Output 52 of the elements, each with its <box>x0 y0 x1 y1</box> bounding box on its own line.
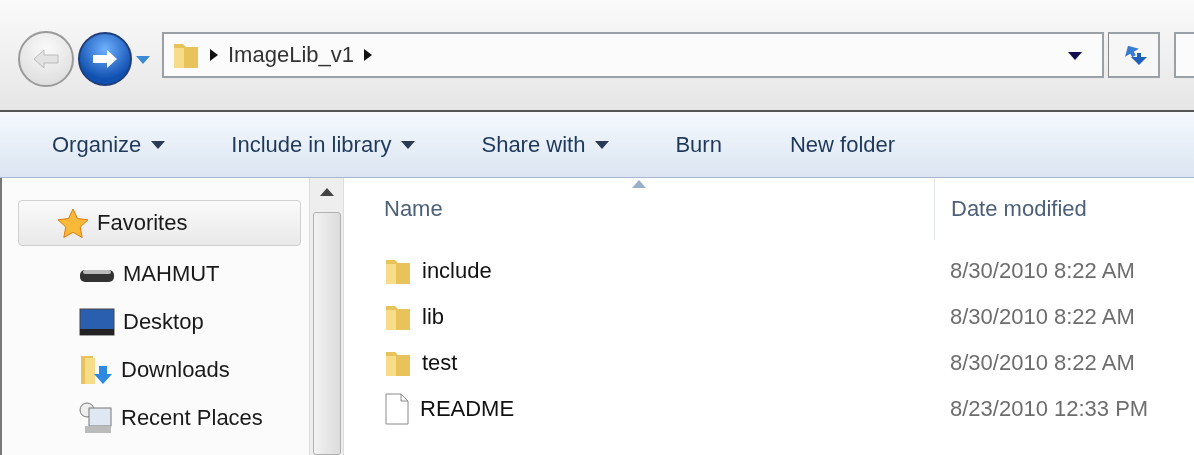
toolbar-button[interactable]: Burn <box>675 131 722 158</box>
toolbar-button[interactable]: New folder <box>789 131 896 158</box>
sidebar-label: Downloads <box>121 357 230 383</box>
caret-icon <box>136 56 150 64</box>
sidebar-item[interactable]: Favorites <box>18 200 302 246</box>
file-name[interactable]: test <box>344 348 934 378</box>
name-text: test <box>422 350 458 376</box>
date-cell-text: 8/30/2010 8:22 AM <box>949 258 1135 284</box>
file-icon <box>384 393 410 425</box>
scrollbar[interactable] <box>309 178 344 455</box>
address-bar[interactable]: ImageLib_v1 <box>162 32 1104 78</box>
recent-places-icon <box>79 402 113 434</box>
name-text: README <box>420 396 515 422</box>
sidebar-label: Recent Places <box>121 405 263 431</box>
desktop-icon <box>79 308 115 336</box>
caret-icon <box>595 140 610 149</box>
caret-icon <box>1068 52 1082 60</box>
forward-button[interactable] <box>78 32 132 86</box>
date-cell-text: 8/30/2010 8:22 AM <box>949 304 1135 330</box>
download-folder-icon <box>79 354 113 386</box>
file-name[interactable]: include <box>344 256 934 286</box>
refresh-button[interactable] <box>1108 32 1160 78</box>
name-text: lib <box>422 304 444 330</box>
sidebar-label: Desktop <box>123 309 204 335</box>
breadcrumb[interactable]: ImageLib_v1 <box>228 42 354 68</box>
file-name[interactable]: README <box>344 393 934 425</box>
caret-icon <box>151 140 166 149</box>
chevron-icon <box>364 49 372 61</box>
right-arrow-icon <box>92 49 118 69</box>
sort-arrow-icon <box>632 180 646 188</box>
search-field[interactable] <box>1174 32 1194 78</box>
toolbar-button[interactable]: Organize <box>52 131 166 158</box>
sidebar-item[interactable]: Downloads <box>2 346 310 394</box>
sidebar-label: Favorites <box>97 210 188 236</box>
column-header[interactable]: Date modified <box>934 178 1194 240</box>
toolbar-button[interactable]: Include in library <box>231 131 416 158</box>
sidebar-item[interactable]: MAHMUT <box>2 250 310 298</box>
column-header[interactable]: Name <box>344 178 934 240</box>
date-cell-text: 8/30/2010 8:22 AM <box>949 350 1135 376</box>
scroll-thumb[interactable] <box>312 212 341 455</box>
chevron-icon <box>210 49 218 61</box>
toolbar-button[interactable]: Share with <box>481 131 610 158</box>
name-text: include <box>422 258 492 284</box>
date-cell-text: 8/23/2010 12:33 PM <box>949 396 1149 422</box>
scroll-up-icon <box>319 188 334 196</box>
left-arrow-icon <box>33 49 59 69</box>
file-name[interactable]: lib <box>344 302 934 332</box>
sidebar-item[interactable]: Desktop <box>2 298 310 346</box>
sidebar-item[interactable]: Recent Places <box>2 394 310 442</box>
sidebar-label: MAHMUT <box>123 261 220 287</box>
caret-icon <box>401 140 416 149</box>
star-icon <box>57 208 89 238</box>
